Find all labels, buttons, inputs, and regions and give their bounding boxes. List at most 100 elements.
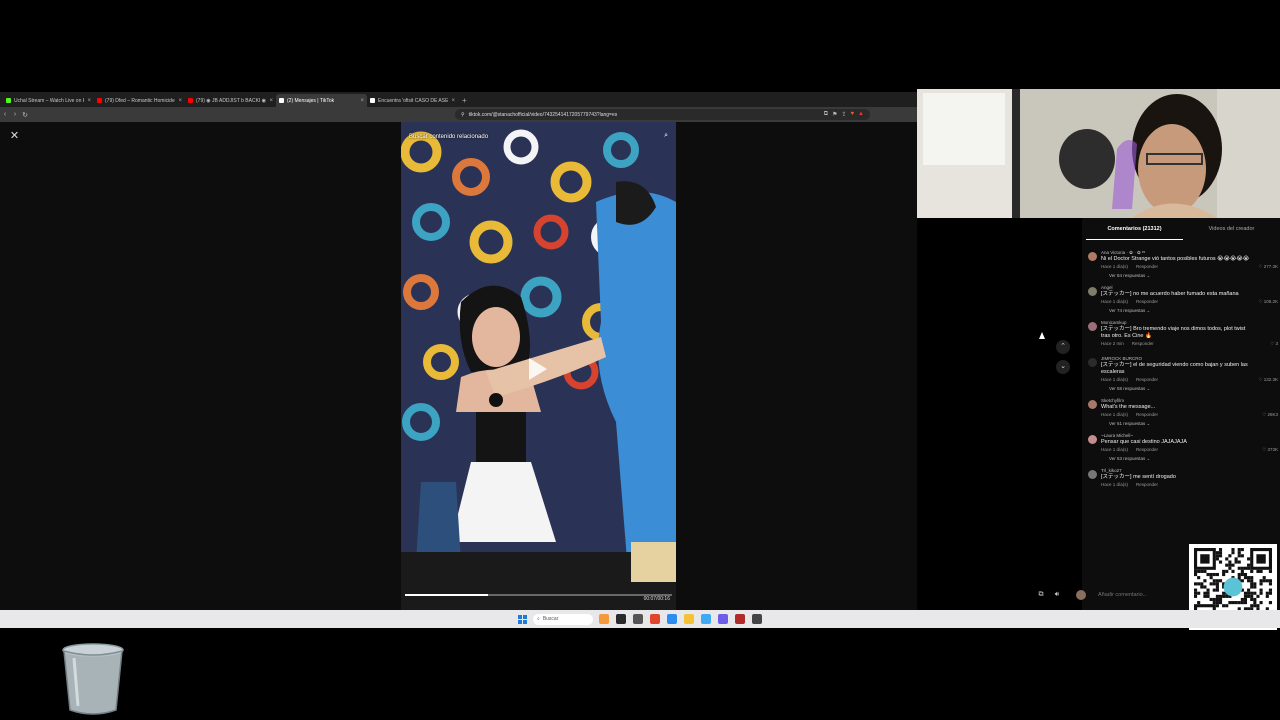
related-search-label[interactable]: Buscar contenido relacionado xyxy=(409,134,488,140)
comment-meta: Hace 1 día(s) Responder ♡ 132.3K xyxy=(1101,376,1280,384)
comment-text: Ni el Doctor Strange vió tantos posibles… xyxy=(1101,256,1250,262)
taskbar-app-icon[interactable] xyxy=(650,614,660,624)
tab-close-icon[interactable]: × xyxy=(269,98,273,104)
windows-taskbar: ⌕ Buscar xyxy=(0,610,1280,628)
avatar[interactable] xyxy=(1088,287,1097,296)
video-player[interactable]: Buscar contenido relacionado ⌕ 00:07/00:… xyxy=(401,122,676,610)
site-info-icon[interactable]: ⚲ xyxy=(461,112,465,118)
browser-window: Uchal Stream – Watch Live on Ki × (79) Df… xyxy=(0,92,917,610)
browser-tab[interactable]: (79) ◉ JB ADDJIST b BACKI ◉ Di × xyxy=(185,94,276,107)
close-icon[interactable]: ✕ xyxy=(8,130,21,143)
comment-likes[interactable]: ♡ 132.3K xyxy=(1258,376,1278,384)
browser-tab[interactable]: Uchal Stream – Watch Live on Ki × xyxy=(3,94,94,107)
view-replies-button[interactable]: Ver 84 respuestas ⌄ xyxy=(1101,271,1280,281)
reply-button[interactable]: Responder xyxy=(1136,446,1158,454)
url-text[interactable]: tiktok.com/@stanachofficial/video/743254… xyxy=(469,112,618,118)
volume-icon[interactable]: 🔊︎ xyxy=(1052,590,1062,600)
video-time: 00:07/00:16 xyxy=(643,596,670,602)
tab-title: (2) Mensajes | TikTok xyxy=(287,97,335,104)
comment-input[interactable] xyxy=(1098,592,1188,598)
comment-likes[interactable]: ♡ 373K xyxy=(1262,446,1278,454)
windows-start-icon[interactable] xyxy=(518,614,527,624)
reply-button[interactable]: Responder xyxy=(1132,340,1154,348)
avatar[interactable] xyxy=(1088,358,1097,367)
stream-canvas: Uchal Stream – Watch Live on Ki × (79) Df… xyxy=(0,0,1280,720)
taskbar-app-icon[interactable] xyxy=(633,614,643,624)
like-count: 132.3K xyxy=(1263,377,1278,382)
browser-tab-active[interactable]: (2) Mensajes | TikTok × xyxy=(276,94,367,107)
brave-shield-icon[interactable]: ♥ xyxy=(850,111,854,118)
tab-title: (79) Dfed – Romantic Homicide ; S xyxy=(105,97,176,104)
taskbar-app-icon[interactable] xyxy=(667,614,677,624)
view-replies-button[interactable]: Ver 74 respuestas ⌄ xyxy=(1101,306,1280,316)
tab-close-icon[interactable]: × xyxy=(451,98,455,104)
comment-item: ~Laura Michell~ Pensar que casi destino J… xyxy=(1086,433,1280,464)
mouse-cursor xyxy=(1039,332,1045,339)
taskbar-app-icon[interactable] xyxy=(599,614,609,624)
previous-video-button[interactable]: ⌃ xyxy=(1056,340,1070,354)
video-progress-bar[interactable] xyxy=(405,594,672,596)
view-replies-button[interactable]: Ver 53 respuestas ⌄ xyxy=(1101,454,1280,464)
taskbar-app-icon[interactable] xyxy=(684,614,694,624)
reply-button[interactable]: Responder xyxy=(1136,481,1158,489)
taskbar-search[interactable]: ⌕ Buscar xyxy=(533,613,593,625)
taskbar-app-icon[interactable] xyxy=(718,614,728,624)
avatar[interactable] xyxy=(1088,322,1097,331)
comment-meta: Hace 1 día(s) Responder ♡ 28K3 xyxy=(1101,411,1280,419)
taskbar-app-icon[interactable] xyxy=(701,614,711,624)
captions-icon[interactable]: ⧉ xyxy=(1036,590,1046,600)
avatar[interactable] xyxy=(1088,252,1097,261)
play-icon[interactable] xyxy=(529,358,547,380)
search-icon[interactable]: ⌕ xyxy=(664,132,668,140)
like-count: 373K xyxy=(1267,447,1278,452)
reload-icon[interactable]: ↻ xyxy=(20,111,30,119)
new-tab-button[interactable]: + xyxy=(458,94,471,107)
tab-close-icon[interactable]: × xyxy=(360,98,364,104)
next-video-button[interactable]: ⌄ xyxy=(1056,360,1070,374)
like-count: 3 xyxy=(1275,341,1278,346)
streamer-webcam xyxy=(917,89,1280,218)
comment-item: Angel [ステッカー] no me acuerdo haber fumado … xyxy=(1086,285,1280,316)
reader-icon[interactable]: ⧉ xyxy=(824,111,828,118)
browser-tab[interactable]: (79) Dfed – Romantic Homicide ; S × xyxy=(94,94,185,107)
avatar[interactable] xyxy=(1088,470,1097,479)
forward-icon[interactable]: › xyxy=(10,111,20,118)
comment-likes[interactable]: ♡ 28K3 xyxy=(1262,411,1278,419)
taskbar-app-icon[interactable] xyxy=(752,614,762,624)
rewards-icon[interactable]: ▲ xyxy=(858,111,864,118)
comment-likes[interactable]: ♡ 108.2K xyxy=(1258,298,1278,306)
tab-strip: Uchal Stream – Watch Live on Ki × (79) Df… xyxy=(0,92,917,107)
comment-likes[interactable]: ♡ 3 xyxy=(1270,340,1278,348)
comment-item: Monicamkup [ステッカー] Bro tremendo viaje nos… xyxy=(1086,320,1280,348)
tab-favicon-icon xyxy=(370,98,375,103)
translate-icon[interactable]: ⚑ xyxy=(832,111,837,118)
tab-favicon-icon xyxy=(279,98,284,103)
avatar[interactable] xyxy=(1088,435,1097,444)
tab-comments[interactable]: Comentarios (21312) xyxy=(1086,226,1183,240)
tab-close-icon[interactable]: × xyxy=(178,98,182,104)
reply-button[interactable]: Responder xyxy=(1136,298,1158,306)
back-icon[interactable]: ‹ xyxy=(0,111,10,118)
extensions-area: ⧉ ⚑ ⇪ ♥ ▲ xyxy=(824,111,864,118)
address-bar[interactable]: ⚲ tiktok.com/@stanachofficial/video/7432… xyxy=(455,109,870,120)
comment-time: Hace 1 día(s) xyxy=(1101,482,1129,487)
share-icon[interactable]: ⇪ xyxy=(841,111,846,118)
tab-creator-videos[interactable]: Videos del creador xyxy=(1183,226,1280,240)
taskbar-app-icon[interactable] xyxy=(735,614,745,624)
view-replies-button[interactable]: Ver 58 respuestas ⌄ xyxy=(1101,384,1280,394)
taskbar-app-icon[interactable] xyxy=(616,614,626,624)
view-replies-button[interactable]: Ver 61 respuestas ⌄ xyxy=(1101,419,1280,429)
browser-tab[interactable]: Encuentra 'ofisit CASO DE ASESINO× xyxy=(367,94,458,107)
comment-text: What's the message... xyxy=(1101,404,1156,410)
reply-button[interactable]: Responder xyxy=(1136,376,1158,384)
tab-favicon-icon xyxy=(6,98,11,103)
tab-close-icon[interactable]: × xyxy=(87,98,91,104)
avatar[interactable] xyxy=(1088,400,1097,409)
comment-likes[interactable]: ♡ 277.3K xyxy=(1258,263,1278,271)
comment-text: [ステッカー] el de seguridad viendo como baja… xyxy=(1101,362,1248,375)
reply-button[interactable]: Responder xyxy=(1136,411,1158,419)
video-progress-fill xyxy=(405,594,488,596)
comment-time: Hace 1 día(s) xyxy=(1101,299,1129,304)
recycle-bin-icon[interactable] xyxy=(60,642,126,716)
reply-button[interactable]: Responder xyxy=(1136,263,1158,271)
